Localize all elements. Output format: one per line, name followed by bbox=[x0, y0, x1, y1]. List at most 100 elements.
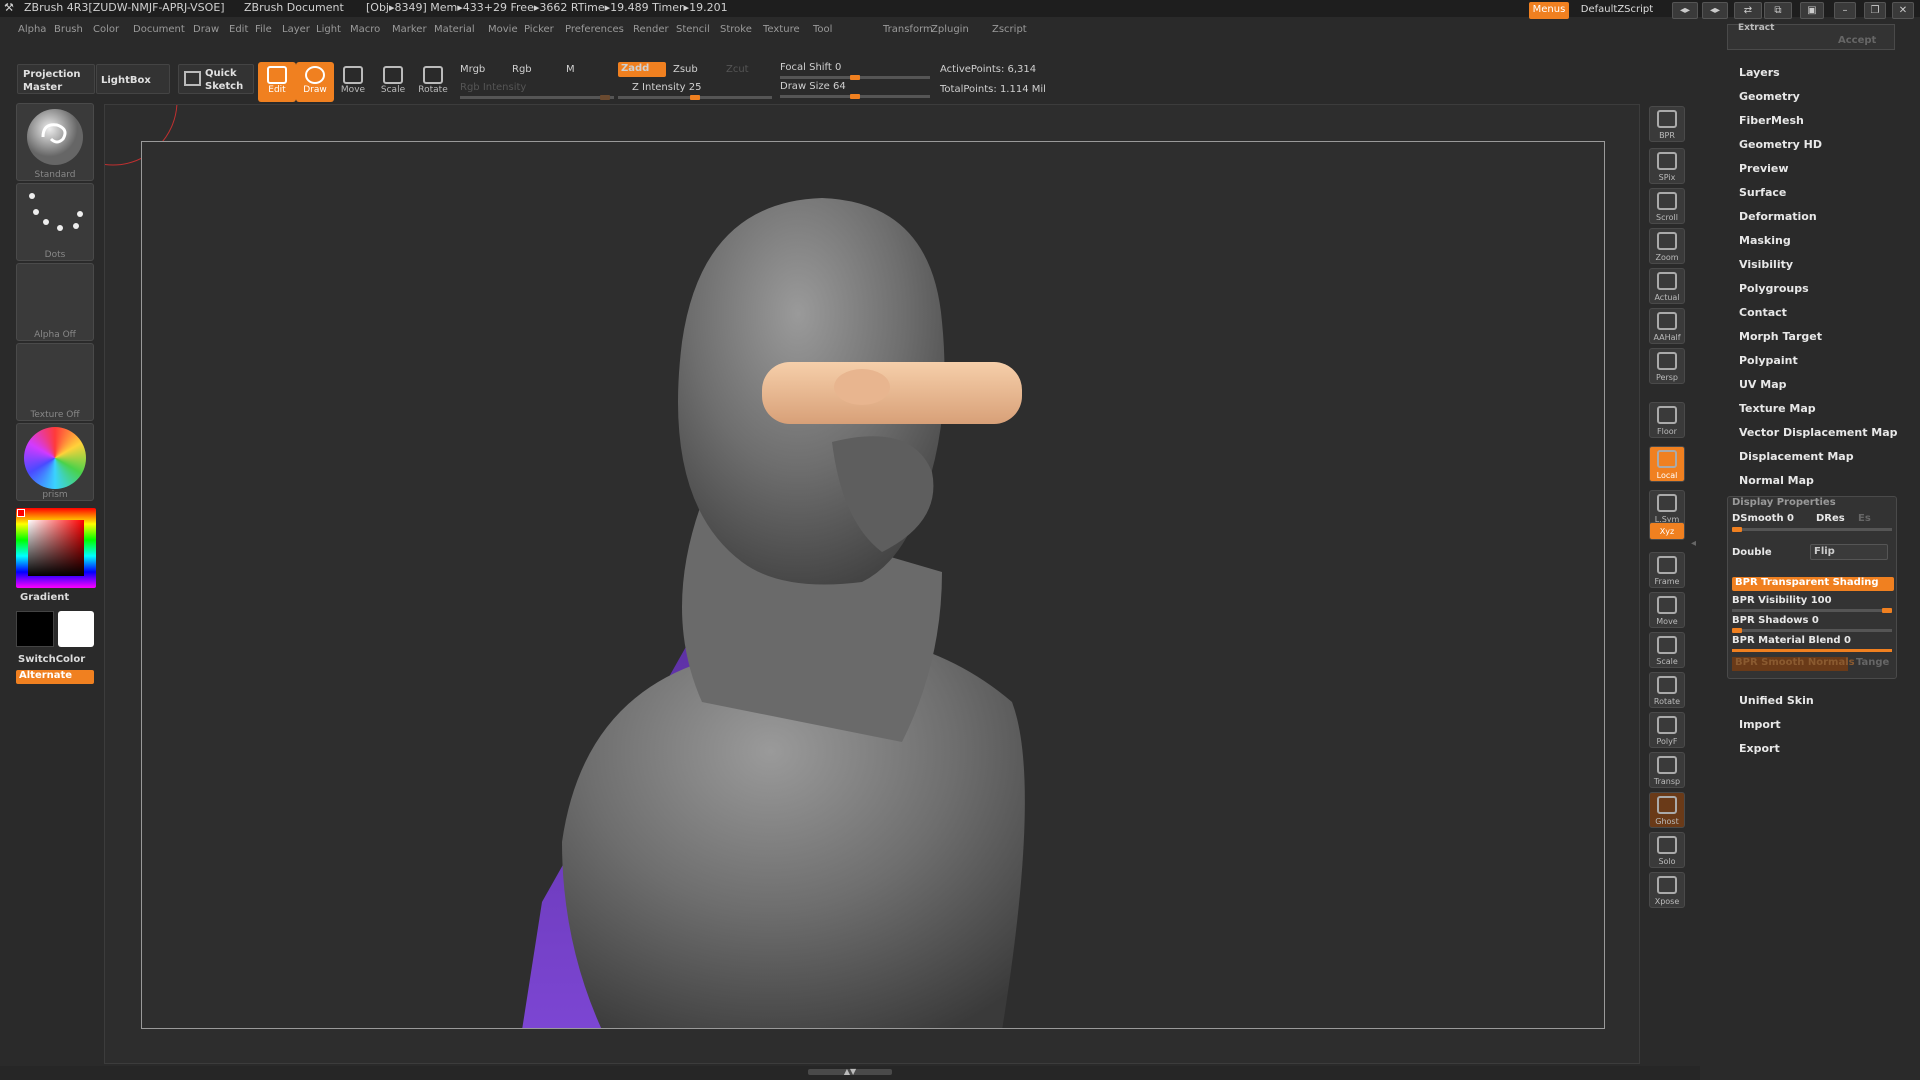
dsmooth-slider[interactable]: DSmooth 0 bbox=[1732, 513, 1794, 524]
tool-menu-deformation[interactable]: Deformation bbox=[1739, 210, 1817, 223]
edit-button[interactable]: Edit bbox=[258, 62, 296, 102]
menu-color[interactable]: Color bbox=[93, 24, 119, 35]
scroll-button[interactable]: Scroll bbox=[1649, 188, 1685, 224]
z-intensity-track[interactable] bbox=[618, 95, 772, 100]
accept-button[interactable]: Accept bbox=[1838, 35, 1876, 46]
scale-button[interactable]: Scale bbox=[374, 62, 412, 102]
bpr-material-blend-slider[interactable]: BPR Material Blend 0 bbox=[1732, 635, 1851, 646]
xpose-button[interactable]: Xpose bbox=[1649, 872, 1685, 908]
tool-menu-uv-map[interactable]: UV Map bbox=[1739, 378, 1787, 391]
tool-menu-unified-skin[interactable]: Unified Skin bbox=[1739, 694, 1814, 707]
menu-tool[interactable]: Tool bbox=[813, 24, 832, 35]
menu-marker[interactable]: Marker bbox=[392, 24, 427, 35]
bottom-tray-toggle-icon[interactable]: ▲▼ bbox=[808, 1068, 892, 1076]
tool-menu-visibility[interactable]: Visibility bbox=[1739, 258, 1793, 271]
menu-light[interactable]: Light bbox=[316, 24, 341, 35]
zadd-button[interactable]: Zadd bbox=[618, 62, 666, 77]
menus-button[interactable]: Menus bbox=[1529, 2, 1569, 19]
focal-shift-track[interactable] bbox=[780, 75, 930, 80]
close-icon[interactable]: ✕ bbox=[1892, 2, 1914, 19]
move-button[interactable]: Move bbox=[334, 62, 372, 102]
color-picker[interactable] bbox=[16, 508, 96, 588]
draw-size-track[interactable] bbox=[780, 94, 930, 99]
m-button[interactable]: M bbox=[566, 64, 575, 75]
tool-menu-polypaint[interactable]: Polypaint bbox=[1739, 354, 1798, 367]
maximize-icon[interactable]: ❐ bbox=[1864, 2, 1886, 19]
zbrush-logo-icon[interactable]: ⚒ bbox=[4, 1, 14, 14]
default-zscript-button[interactable]: DefaultZScript bbox=[1572, 2, 1662, 19]
bpr-transparent-shading-button[interactable]: BPR Transparent Shading bbox=[1732, 577, 1894, 591]
double-button[interactable]: Double bbox=[1732, 547, 1772, 558]
tool-menu-polygroups[interactable]: Polygroups bbox=[1739, 282, 1809, 295]
menu-preferences[interactable]: Preferences bbox=[565, 24, 624, 35]
secondary-color-swatch[interactable] bbox=[58, 611, 94, 647]
floor-button[interactable]: Floor bbox=[1649, 402, 1685, 438]
projection-master-button[interactable]: Projection Master bbox=[17, 64, 95, 94]
tool-menu-geometry-hd[interactable]: Geometry HD bbox=[1739, 138, 1822, 151]
mrgb-button[interactable]: Mrgb bbox=[460, 64, 485, 75]
menu-stencil[interactable]: Stencil bbox=[676, 24, 710, 35]
xyz-button[interactable]: Xyz bbox=[1649, 522, 1685, 540]
rotate-button[interactable]: Rotate bbox=[1649, 672, 1685, 708]
default-ui-icon[interactable]: ⧉ bbox=[1764, 2, 1792, 19]
alpha-thumbnail[interactable]: Alpha Off bbox=[16, 263, 94, 341]
menu-stroke[interactable]: Stroke bbox=[720, 24, 752, 35]
tool-menu-layers[interactable]: Layers bbox=[1739, 66, 1780, 79]
tool-menu-geometry[interactable]: Geometry bbox=[1739, 90, 1800, 103]
menu-draw[interactable]: Draw bbox=[193, 24, 219, 35]
document-canvas[interactable] bbox=[141, 141, 1605, 1029]
move-button[interactable]: Move bbox=[1649, 592, 1685, 628]
color-square[interactable] bbox=[28, 520, 84, 576]
menu-zplugin[interactable]: Zplugin bbox=[931, 24, 969, 35]
texture-thumbnail[interactable]: Texture Off bbox=[16, 343, 94, 421]
ghost-button[interactable]: Ghost bbox=[1649, 792, 1685, 828]
zsub-button[interactable]: Zsub bbox=[673, 64, 698, 75]
menu-movie[interactable]: Movie bbox=[488, 24, 518, 35]
bpr-button[interactable]: BPR bbox=[1649, 106, 1685, 142]
actual-button[interactable]: Actual bbox=[1649, 268, 1685, 304]
tool-menu-normal-map[interactable]: Normal Map bbox=[1739, 474, 1814, 487]
rgb-button[interactable]: Rgb bbox=[512, 64, 532, 75]
transp-button[interactable]: Transp bbox=[1649, 752, 1685, 788]
zoom-button[interactable]: Zoom bbox=[1649, 228, 1685, 264]
tool-menu-surface[interactable]: Surface bbox=[1739, 186, 1786, 199]
dres-slider[interactable]: DRes bbox=[1816, 513, 1845, 524]
tool-menu-displacement-map[interactable]: Displacement Map bbox=[1739, 450, 1854, 463]
draw-size-slider[interactable]: Draw Size 64 bbox=[780, 81, 846, 92]
spix-button[interactable]: SPix bbox=[1649, 148, 1685, 184]
frame-button[interactable]: Frame bbox=[1649, 552, 1685, 588]
switchcolor-button[interactable]: SwitchColor bbox=[18, 654, 85, 665]
gradient-label[interactable]: Gradient bbox=[20, 592, 69, 603]
z-intensity-slider[interactable]: Z Intensity 25 bbox=[632, 82, 701, 93]
rotate-button[interactable]: Rotate bbox=[414, 62, 452, 102]
material-thumbnail[interactable]: prism bbox=[16, 423, 94, 501]
menu-file[interactable]: File bbox=[255, 24, 272, 35]
display-properties-title[interactable]: Display Properties bbox=[1732, 497, 1836, 508]
main-color-swatch[interactable] bbox=[16, 611, 54, 647]
menu-texture[interactable]: Texture bbox=[763, 24, 800, 35]
polyf-button[interactable]: PolyF bbox=[1649, 712, 1685, 748]
local-button[interactable]: Local bbox=[1649, 446, 1685, 482]
lock-icon[interactable]: ▣ bbox=[1800, 2, 1824, 19]
menu-material[interactable]: Material bbox=[434, 24, 475, 35]
minimize-icon[interactable]: – bbox=[1834, 2, 1856, 19]
palette-collapse-handle[interactable]: ◂ bbox=[1691, 538, 1699, 568]
swap-ui-icon[interactable]: ⇄ bbox=[1734, 2, 1762, 19]
rgb-intensity-track[interactable] bbox=[460, 95, 614, 100]
draw-button[interactable]: Draw bbox=[296, 62, 334, 102]
quick-sketch-button[interactable]: Quick Sketch bbox=[178, 64, 254, 94]
tool-menu-vector-displacement-map[interactable]: Vector Displacement Map bbox=[1739, 426, 1898, 439]
tool-menu-export[interactable]: Export bbox=[1739, 742, 1780, 755]
menu-zscript[interactable]: Zscript bbox=[992, 24, 1027, 35]
menu-render[interactable]: Render bbox=[633, 24, 669, 35]
bpr-shadows-slider[interactable]: BPR Shadows 0 bbox=[1732, 615, 1819, 626]
alternate-button[interactable]: Alternate bbox=[16, 670, 94, 684]
bpr-visibility-slider[interactable]: BPR Visibility 100 bbox=[1732, 595, 1832, 606]
brush-thumbnail[interactable]: Standard bbox=[16, 103, 94, 181]
tool-menu-contact[interactable]: Contact bbox=[1739, 306, 1787, 319]
extract-button[interactable]: Extract bbox=[1738, 23, 1774, 33]
zcut-button[interactable]: Zcut bbox=[726, 64, 749, 75]
viewport[interactable] bbox=[104, 104, 1640, 1064]
sculpt-model[interactable] bbox=[142, 142, 1605, 1029]
aahalf-button[interactable]: AAHalf bbox=[1649, 308, 1685, 344]
